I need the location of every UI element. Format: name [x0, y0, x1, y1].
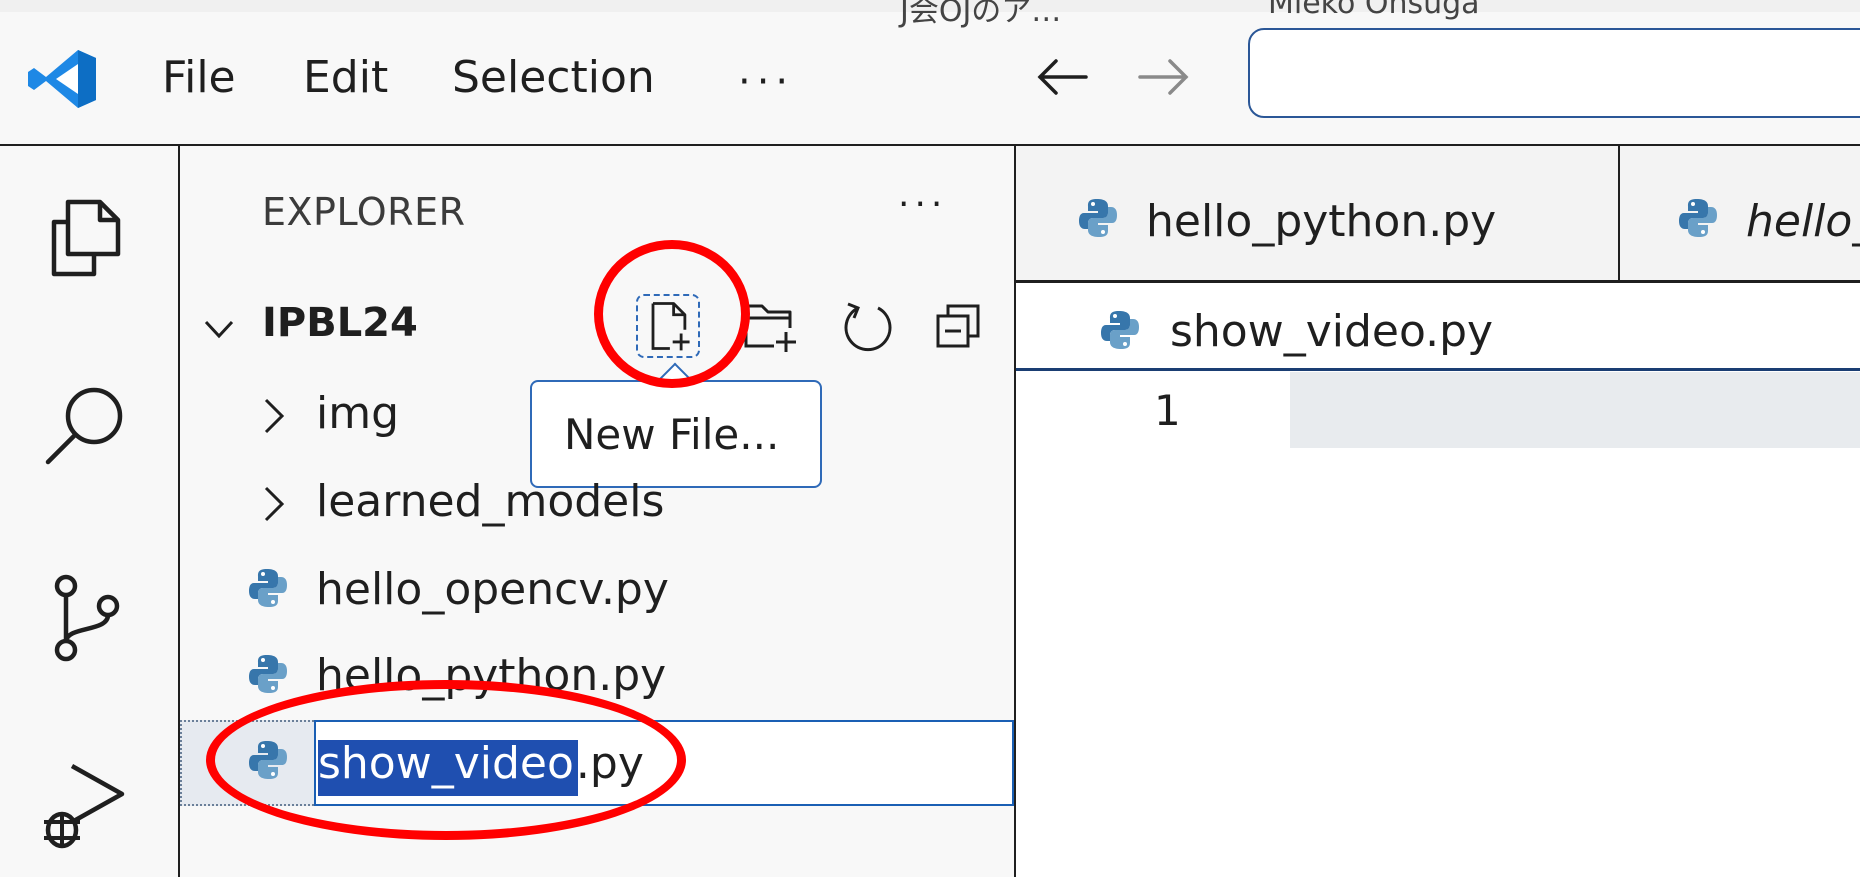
tree-item-label: img: [316, 388, 400, 439]
tab-hello-python[interactable]: hello_python.py: [1146, 196, 1496, 247]
explorer-icon[interactable]: [38, 188, 134, 284]
new-folder-icon[interactable]: [740, 294, 804, 358]
breadcrumb-divider: [1016, 368, 1860, 371]
menu-file[interactable]: File: [162, 48, 236, 108]
window-title-fragment: J会OJのア…: [900, 0, 1062, 29]
python-file-icon: [249, 655, 287, 693]
menu-selection[interactable]: Selection: [452, 48, 655, 108]
vscode-logo-icon[interactable]: [26, 48, 98, 110]
forward-arrow-icon[interactable]: [1134, 52, 1194, 102]
tree-item-img[interactable]: [180, 376, 1014, 456]
explorer-more-button[interactable]: ···: [898, 184, 947, 225]
collapse-all-icon[interactable]: [928, 294, 992, 358]
python-file-icon: [1079, 199, 1117, 237]
source-control-icon[interactable]: [38, 570, 134, 666]
chevron-down-icon: [204, 320, 234, 339]
breadcrumb-file[interactable]: show_video.py: [1170, 306, 1493, 357]
refresh-icon[interactable]: [836, 294, 900, 358]
explorer-title: EXPLORER: [262, 190, 466, 234]
chevron-right-icon: [264, 398, 285, 434]
chevron-right-icon: [264, 486, 285, 522]
back-arrow-icon[interactable]: [1032, 52, 1092, 102]
python-file-icon: [1679, 199, 1717, 237]
python-file-icon: [1101, 311, 1139, 349]
tab-preview[interactable]: hello_: [1746, 196, 1860, 247]
workspace-folder-name: IPBL24: [262, 300, 418, 346]
command-center-search[interactable]: [1248, 28, 1860, 118]
menu-edit[interactable]: Edit: [303, 48, 388, 108]
line-number: 1: [1154, 386, 1181, 435]
current-line-highlight: [1290, 372, 1860, 448]
tree-item-label: learned_models: [316, 476, 665, 527]
run-debug-icon[interactable]: [38, 758, 134, 854]
tab-divider: [1618, 146, 1620, 280]
annotation-ellipse: [206, 680, 686, 840]
search-icon[interactable]: [38, 376, 134, 472]
python-file-icon: [249, 569, 287, 607]
account-name-fragment: Mieko Ohsuga: [1268, 0, 1480, 21]
tree-item-label: hello_opencv.py: [316, 564, 669, 615]
annotation-circle: [594, 240, 750, 388]
menu-more-button[interactable]: ···: [738, 52, 794, 112]
